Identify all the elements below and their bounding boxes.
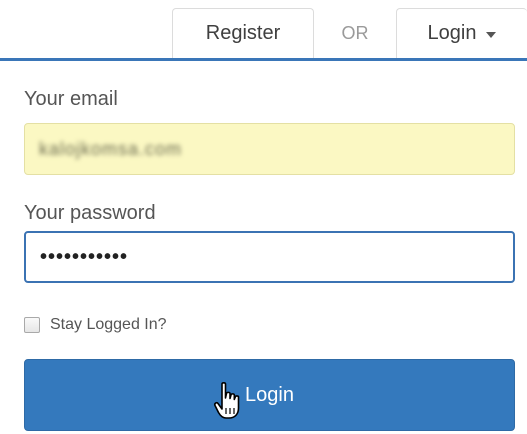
tab-separator: OR: [314, 8, 396, 58]
tab-login-label: Login: [427, 22, 477, 44]
tab-bar-underline: [0, 58, 527, 61]
email-field[interactable]: kalojkomsa.com: [24, 123, 515, 175]
remember-me: Stay Logged In?: [24, 316, 167, 334]
tab-separator-label: OR: [341, 22, 369, 43]
password-label: Your password: [24, 202, 156, 224]
tab-register[interactable]: Register: [172, 8, 314, 58]
password-value: •••••••••••: [40, 245, 129, 268]
remember-me-checkbox[interactable]: [24, 317, 40, 333]
auth-tab-bar: Register OR Login: [0, 0, 527, 61]
email-label: Your email: [24, 88, 118, 110]
tab-register-label: Register: [205, 22, 281, 44]
login-button-label: Login: [245, 383, 294, 406]
remember-me-label[interactable]: Stay Logged In?: [50, 316, 167, 334]
tab-login[interactable]: Login: [396, 8, 527, 58]
chevron-down-icon: [486, 31, 497, 38]
hand-pointer-icon: [213, 382, 240, 419]
password-field[interactable]: •••••••••••: [24, 231, 515, 283]
login-button[interactable]: Login: [24, 359, 515, 431]
email-value: kalojkomsa.com: [39, 138, 183, 159]
